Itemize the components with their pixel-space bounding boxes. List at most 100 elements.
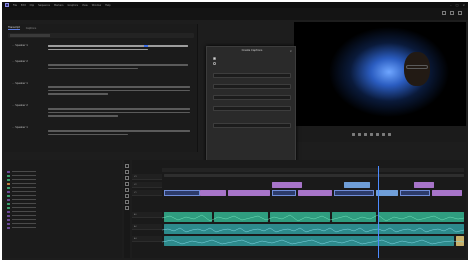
premiere-window: File Edit Clip Sequence Markers Graphics… <box>2 2 468 260</box>
transcript-text-line[interactable] <box>48 64 188 66</box>
track-header[interactable]: A2 <box>132 224 162 230</box>
menu-sequence[interactable]: Sequence <box>38 4 50 7</box>
track-header[interactable]: V1 <box>132 190 162 196</box>
menu-graphics[interactable]: Graphics <box>67 4 78 7</box>
video-frame <box>294 22 466 124</box>
video-clip[interactable] <box>400 190 430 196</box>
item-name <box>11 199 36 201</box>
transport-controls <box>352 133 391 136</box>
video-clip[interactable] <box>200 190 226 196</box>
speaker-label[interactable]: Speaker 1 <box>12 44 28 47</box>
clip-icon <box>7 202 10 206</box>
project-item[interactable] <box>7 226 119 230</box>
video-clip[interactable] <box>376 190 398 196</box>
speaker-label[interactable]: Speaker 1 <box>12 126 28 129</box>
bin-icon <box>7 198 10 202</box>
video-clip[interactable] <box>272 182 302 188</box>
bin-icon <box>7 222 10 226</box>
video-clip[interactable] <box>164 190 200 196</box>
close-window-icon[interactable]: × <box>462 3 465 7</box>
person-face <box>404 52 430 86</box>
mark-out-icon[interactable] <box>358 133 361 136</box>
menu-view[interactable]: View <box>82 4 88 7</box>
video-clip[interactable] <box>272 190 296 196</box>
time-ruler[interactable] <box>162 168 464 172</box>
bin-icon <box>7 170 10 174</box>
tab-captions[interactable]: Captions <box>26 27 36 30</box>
premiere-logo-icon <box>5 3 9 7</box>
step-back-icon[interactable] <box>364 133 367 136</box>
transcript-text-line[interactable] <box>48 133 128 136</box>
track-select-tool-icon[interactable] <box>125 170 129 174</box>
mark-in-icon[interactable] <box>352 133 355 136</box>
transcript-text-line[interactable] <box>48 111 190 114</box>
selection-tool-icon[interactable] <box>125 164 129 168</box>
track-header[interactable]: A3 <box>132 236 162 242</box>
video-clip[interactable] <box>344 182 370 188</box>
sequence-icon <box>7 182 10 186</box>
transcript-text-line[interactable] <box>48 45 188 47</box>
transcript-text-line[interactable] <box>48 115 118 117</box>
video-clip[interactable] <box>414 182 434 188</box>
transcript-text-line[interactable] <box>48 89 190 92</box>
razor-tool-icon[interactable] <box>125 182 129 186</box>
speaker-label[interactable]: Speaker 2 <box>12 104 28 107</box>
maximize-icon[interactable]: □ <box>456 3 459 7</box>
transcript-text-line[interactable] <box>48 86 190 88</box>
track-header[interactable]: V3 <box>132 174 162 180</box>
play-icon[interactable] <box>370 133 373 136</box>
transcript-text-line[interactable] <box>48 48 148 51</box>
hand-tool-icon[interactable] <box>125 200 129 204</box>
menu-edit[interactable]: Edit <box>21 4 26 7</box>
style-select[interactable] <box>213 106 291 111</box>
menu-file[interactable]: File <box>13 4 17 7</box>
ripple-edit-tool-icon[interactable] <box>125 176 129 180</box>
step-forward-icon[interactable] <box>376 133 379 136</box>
video-clip[interactable] <box>334 190 374 196</box>
clip-icon <box>7 186 10 190</box>
menu-help[interactable]: Help <box>105 4 110 7</box>
bin-icon <box>7 214 10 218</box>
transcript-text-line[interactable] <box>48 130 190 132</box>
transcript-text-line[interactable] <box>48 67 138 70</box>
pen-tool-icon[interactable] <box>125 194 129 198</box>
item-name <box>11 187 36 189</box>
transcript-text-line[interactable] <box>48 108 190 110</box>
radio-from-file[interactable] <box>213 62 216 65</box>
close-icon[interactable]: × <box>289 49 292 53</box>
caption-preset-select[interactable] <box>213 73 291 78</box>
radio-icon <box>213 62 216 65</box>
slip-tool-icon[interactable] <box>125 188 129 192</box>
transcript-text-line[interactable] <box>48 93 108 95</box>
radio-from-transcript[interactable] <box>213 57 216 60</box>
insert-icon[interactable] <box>382 133 385 136</box>
menu-markers[interactable]: Markers <box>54 4 64 7</box>
video-clip[interactable] <box>432 190 462 196</box>
transcript-toolbar <box>8 33 194 38</box>
menu-clip[interactable]: Clip <box>30 4 35 7</box>
item-name <box>11 219 36 221</box>
playhead[interactable] <box>378 166 379 258</box>
format-select[interactable] <box>213 84 291 89</box>
settings-icon[interactable] <box>450 11 454 15</box>
track-header[interactable]: A1 <box>132 212 162 218</box>
lines-select[interactable] <box>213 123 291 128</box>
type-tool-icon[interactable] <box>125 206 129 210</box>
tab-transcript[interactable]: Transcript <box>8 26 20 30</box>
bin-icon <box>7 226 10 230</box>
export-frame-icon[interactable] <box>388 133 391 136</box>
video-clip[interactable] <box>228 190 270 196</box>
caption-track[interactable] <box>164 174 464 177</box>
stream-select[interactable] <box>213 95 291 100</box>
menu-window[interactable]: Window <box>92 4 101 7</box>
video-clip[interactable] <box>298 190 332 196</box>
clip-icon <box>7 178 10 182</box>
speaker-label[interactable]: Speaker 2 <box>12 60 28 63</box>
minimize-icon[interactable]: – <box>450 3 452 7</box>
share-icon[interactable] <box>442 11 446 15</box>
track-header[interactable]: V2 <box>132 182 162 188</box>
transcript-search-input[interactable] <box>10 34 50 37</box>
speaker-label[interactable]: Speaker 1 <box>12 82 28 85</box>
fullscreen-icon[interactable] <box>458 11 462 15</box>
item-name <box>11 195 36 197</box>
